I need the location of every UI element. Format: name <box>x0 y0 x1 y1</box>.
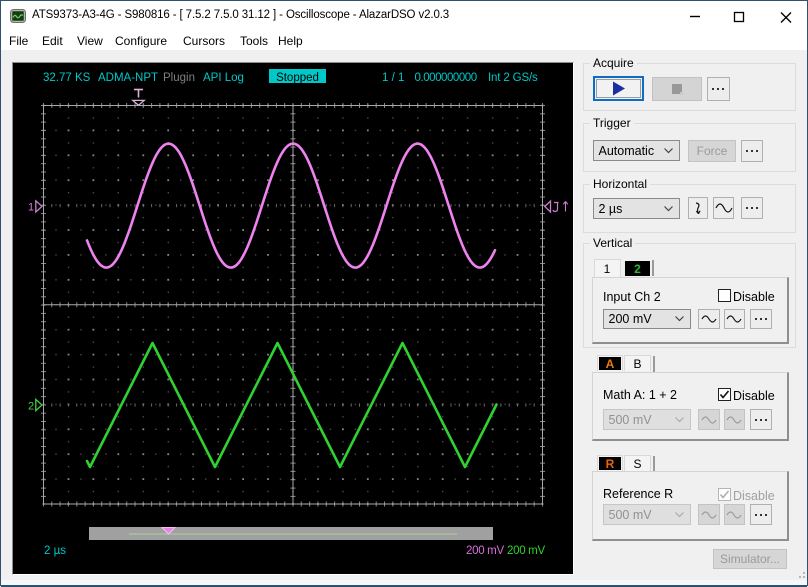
svg-text:200 mV: 200 mV <box>507 545 545 557</box>
svg-text:ADMA-NPT: ADMA-NPT <box>98 72 158 84</box>
svg-text:Stopped: Stopped <box>276 72 319 84</box>
svg-text:200 mV: 200 mV <box>466 545 504 557</box>
svg-text:1 / 1: 1 / 1 <box>382 72 404 84</box>
svg-text:1: 1 <box>28 202 34 214</box>
svg-text:Int 2 GS/s: Int 2 GS/s <box>488 72 538 84</box>
svg-text:32.77 KS: 32.77 KS <box>43 72 91 84</box>
svg-text:2: 2 <box>28 401 34 413</box>
svg-text:2 µs: 2 µs <box>44 545 66 557</box>
svg-text:API Log: API Log <box>203 72 244 84</box>
svg-text:0.000000000: 0.000000000 <box>415 72 477 84</box>
svg-text:Plugin: Plugin <box>163 72 195 84</box>
